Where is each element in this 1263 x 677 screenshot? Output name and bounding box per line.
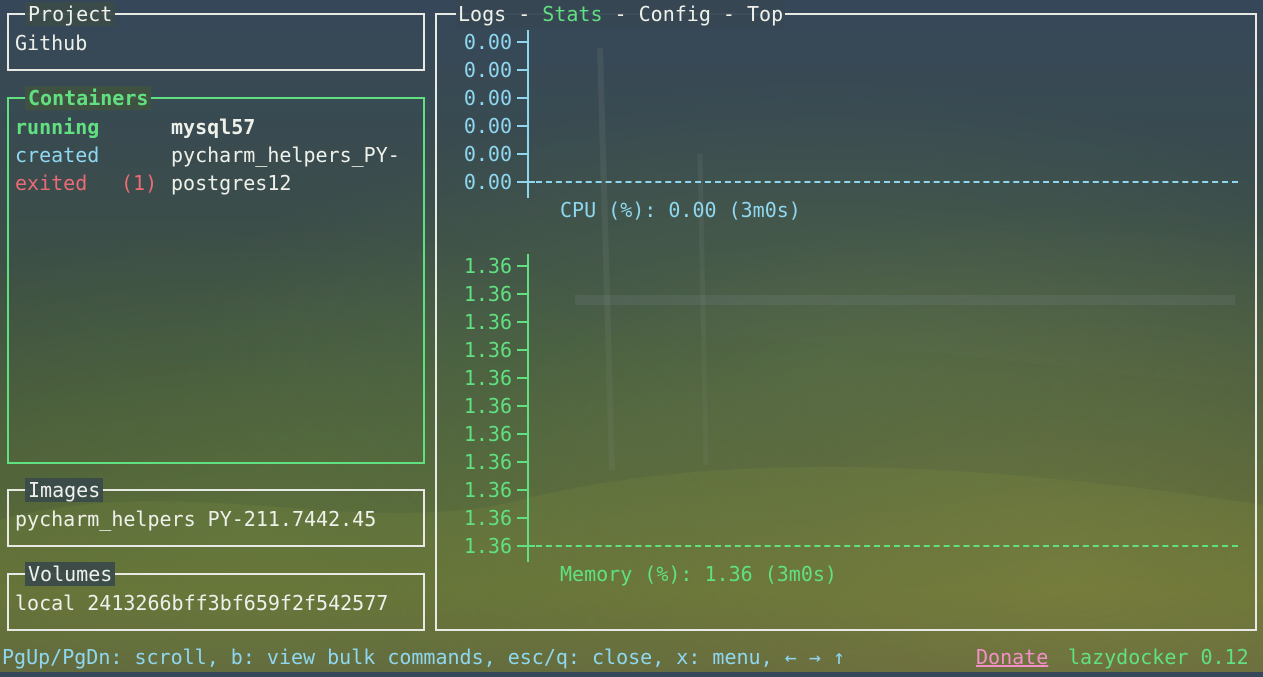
volumes-panel-title: Volumes — [25, 562, 116, 586]
y-tick-mark — [517, 125, 527, 127]
y-tick-mark — [517, 69, 527, 71]
y-tick-label: 0.00 — [463, 142, 512, 166]
donate-link[interactable]: Donate — [976, 643, 1048, 672]
y-tick-mark — [517, 349, 527, 351]
y-tick-label: 1.36 — [463, 366, 512, 390]
tab-separator: - — [602, 2, 639, 26]
project-panel-title: Project — [25, 2, 116, 26]
container-status: running — [15, 115, 100, 139]
series-line — [536, 181, 1238, 183]
tab-separator: - — [506, 2, 543, 26]
images-panel[interactable]: Images pycharm_helpers PY-211.7442.45 — [7, 478, 425, 547]
chart-caption: CPU (%): 0.00 (3m0s) — [560, 198, 801, 222]
y-tick-mark — [517, 461, 527, 463]
tab-logs[interactable]: Logs — [458, 2, 506, 26]
keybinding-help: PgUp/PgDn: scroll, b: view bulk commands… — [2, 645, 845, 669]
y-tick-mark — [517, 489, 527, 491]
container-name: pycharm_helpers_PY- — [171, 143, 400, 167]
y-tick-label: 1.36 — [463, 254, 512, 278]
tab-separator: - — [710, 2, 748, 26]
memory-chart: 1.36 1.36 1.36 1.36 1.36 1.36 1.36 1.36 1.36 1.36… — [438, 252, 1258, 592]
y-tick-label: 0.00 — [463, 86, 512, 110]
y-tick-mark — [517, 41, 527, 43]
y-tick-mark — [517, 405, 527, 407]
y-tick-label: 1.36 — [463, 478, 512, 502]
status-bar: PgUp/PgDn: scroll, b: view bulk commands… — [0, 643, 1263, 672]
y-tick-label: 1.36 — [463, 422, 512, 446]
image-row[interactable]: pycharm_helpers PY-211.7442.45 — [15, 505, 376, 533]
container-count: (1) — [121, 171, 158, 195]
y-tick-mark — [517, 377, 527, 379]
y-tick-label: 1.36 — [463, 506, 512, 530]
y-tick-label: 0.00 — [463, 114, 512, 138]
y-tick-mark — [517, 517, 527, 519]
y-tick-label: 1.36 — [463, 450, 512, 474]
origin-marker — [521, 545, 535, 547]
y-tick-mark — [517, 153, 527, 155]
y-tick-label: 1.36 — [463, 534, 512, 558]
y-tick-label: 0.00 — [463, 170, 512, 194]
container-name: mysql57 — [171, 115, 256, 139]
tab-stats[interactable]: Stats — [542, 2, 602, 26]
y-tick-mark — [517, 433, 527, 435]
origin-marker — [521, 181, 535, 183]
project-panel[interactable]: Project Github — [7, 2, 425, 71]
container-status: created — [15, 143, 100, 167]
volume-row[interactable]: local 2413266bff3bf659f2f542577 — [15, 589, 388, 617]
y-tick-label: 0.00 — [463, 58, 512, 82]
y-tick-label: 1.36 — [463, 282, 512, 306]
tab-top[interactable]: Top — [747, 2, 783, 26]
y-tick-mark — [517, 293, 527, 295]
app-version: lazydocker 0.12 — [1068, 645, 1249, 669]
container-status: exited — [15, 171, 88, 195]
y-tick-mark — [517, 265, 527, 267]
volumes-panel[interactable]: Volumes local 2413266bff3bf659f2f542577 — [7, 562, 425, 631]
y-axis-line — [527, 254, 529, 562]
cpu-chart: 0.00 0.00 0.00 0.00 0.00 0.00 CPU (%): 0.00 (3… — [438, 28, 1258, 228]
images-panel-title: Images — [25, 478, 104, 502]
y-tick-label: 1.36 — [463, 394, 512, 418]
y-tick-label: 0.00 — [463, 30, 512, 54]
containers-panel-title: Containers — [25, 86, 152, 110]
y-tick-mark — [517, 97, 527, 99]
chart-caption: Memory (%): 1.36 (3m0s) — [560, 562, 837, 586]
main-tabs: Logs - Stats - Config - Top — [456, 0, 786, 28]
y-tick-label: 1.36 — [463, 338, 512, 362]
container-name: postgres12 — [171, 171, 292, 195]
y-tick-label: 1.36 — [463, 310, 512, 334]
tab-config[interactable]: Config — [639, 2, 711, 26]
series-line — [536, 545, 1238, 547]
project-name: Github — [15, 31, 88, 55]
containers-panel[interactable]: Containers running mysql57 created pycha… — [7, 86, 425, 464]
y-tick-mark — [517, 321, 527, 323]
y-axis-line — [527, 30, 529, 198]
